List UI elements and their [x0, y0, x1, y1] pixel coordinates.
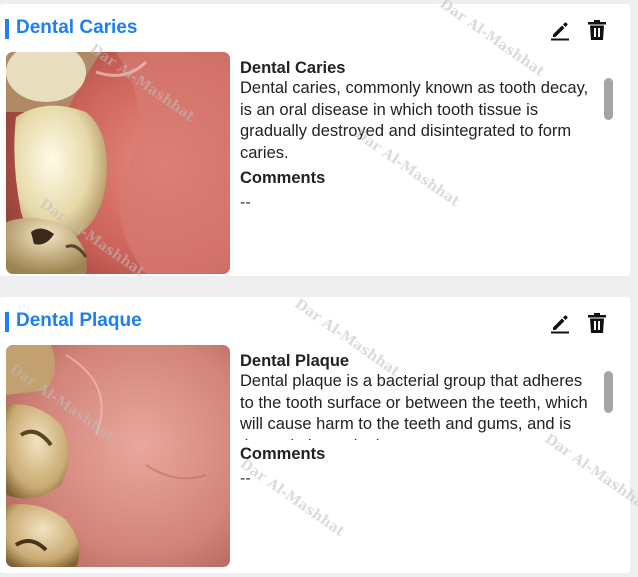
intraoral-photo-caries[interactable]: [6, 52, 230, 274]
finding-info: Dental Caries Dental caries, commonly kn…: [240, 58, 594, 212]
finding-name: Dental Plaque: [240, 352, 350, 370]
delete-button[interactable]: [585, 18, 609, 42]
trash-icon: [588, 313, 606, 333]
edit-button[interactable]: [548, 18, 572, 42]
description-scrollbar[interactable]: [604, 78, 613, 120]
tooth-photo-icon: [6, 345, 230, 567]
tooth-photo-icon: [6, 52, 230, 274]
finding-info: Dental Plaque Dental plaque is a bacteri…: [240, 351, 594, 488]
finding-card-caries: Dental Caries Dental Caries Dental carie…: [0, 4, 630, 276]
title-accent-bar: [5, 19, 9, 39]
card-header: Dental Caries: [0, 16, 630, 42]
trash-icon: [588, 20, 606, 40]
finding-description: Dental caries, commonly known as tooth d…: [240, 79, 589, 162]
card-title: Dental Caries: [16, 17, 138, 38]
card-title: Dental Plaque: [16, 310, 142, 331]
card-header: Dental Plaque: [0, 309, 630, 335]
title-accent-bar: [5, 312, 9, 332]
pencil-icon: [551, 315, 569, 334]
pencil-icon: [551, 22, 569, 41]
comments-value: --: [240, 194, 251, 211]
description-scrollbar[interactable]: [604, 371, 613, 413]
finding-card-plaque: Dental Plaque Dental Plaque Dental plaqu…: [0, 297, 630, 573]
finding-description: Dental plaque is a bacterial group that …: [240, 372, 588, 440]
intraoral-photo-plaque[interactable]: [6, 345, 230, 567]
delete-button[interactable]: [585, 311, 609, 335]
edit-button[interactable]: [548, 311, 572, 335]
comments-value: --: [240, 470, 251, 487]
finding-name: Dental Caries: [240, 59, 346, 77]
comments-label: Comments: [240, 445, 326, 463]
comments-label: Comments: [240, 169, 326, 187]
